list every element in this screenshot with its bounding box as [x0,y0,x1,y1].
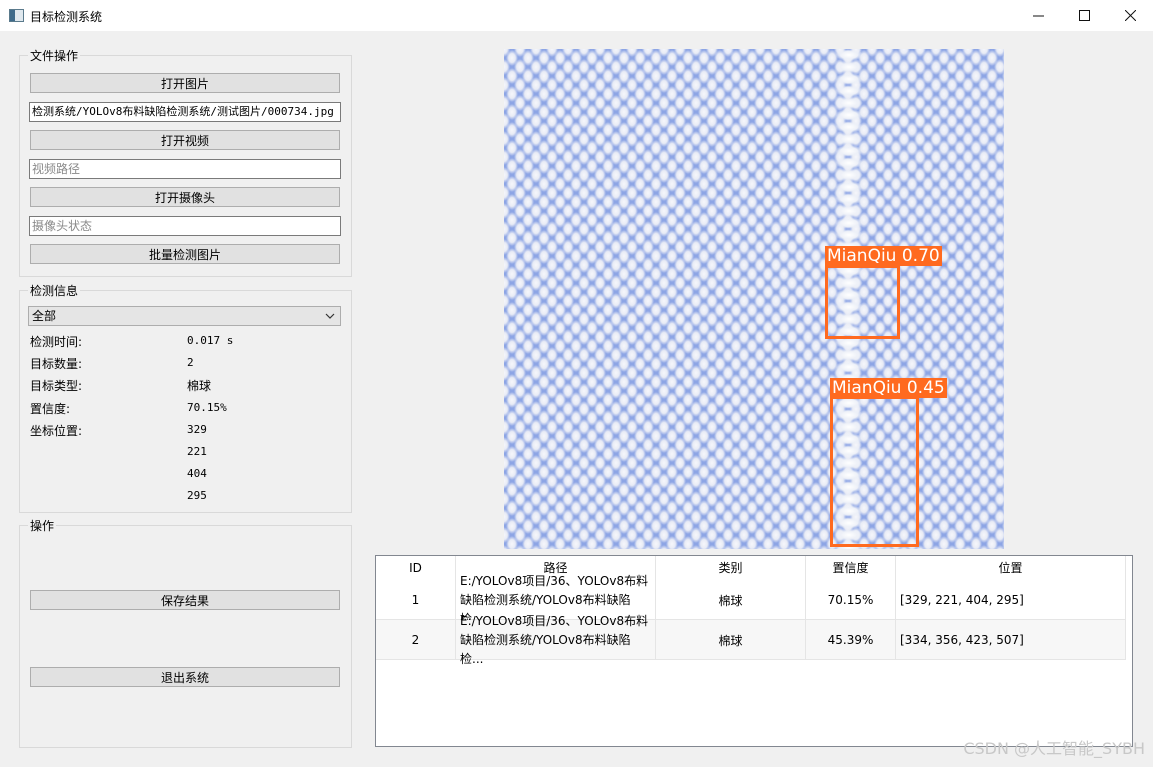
open-video-button[interactable]: 打开视频 [30,130,340,150]
confidence-value: 70.15% [187,401,227,414]
cell-id: 1 [376,580,456,620]
maximize-icon [1078,10,1090,21]
minimize-button[interactable] [1015,0,1061,31]
camera-status-field[interactable]: 摄像头状态 [29,216,341,236]
results-table[interactable]: ID 路径 类别 置信度 位置 1 E:/YOLOv8项目/36、YOLOv8布… [375,555,1133,747]
detection-image: MianQiu 0.70 MianQiu 0.45 [504,49,1004,549]
ymin-value: 221 [187,445,207,458]
detection-box-2 [830,396,919,547]
cell-category: 棉球 [656,620,806,660]
count-label: 目标数量: [30,357,83,371]
detection-box-1 [825,265,900,339]
type-label: 目标类型: [30,379,83,393]
open-camera-button[interactable]: 打开摄像头 [30,187,340,207]
header-position[interactable]: 位置 [896,556,1126,580]
watermark: CSDN @人工智能_SYBH [963,739,1145,758]
open-image-button[interactable]: 打开图片 [30,73,340,93]
type-value: 棉球 [187,379,212,393]
window-title: 目标检测系统 [30,10,103,24]
detection-label-1: MianQiu 0.70 [825,246,942,266]
target-filter-select[interactable]: 全部 [28,306,341,326]
video-path-field[interactable]: 视频路径 [29,159,341,179]
maximize-button[interactable] [1061,0,1107,31]
time-value: 0.017 s [187,334,234,347]
count-value: 2 [187,356,194,369]
save-results-button[interactable]: 保存结果 [30,590,340,610]
detection-label-2: MianQiu 0.45 [830,378,947,398]
header-category[interactable]: 类别 [656,556,806,580]
cell-path-text: E:/YOLOv8项目/36、YOLOv8布料缺陷检测系统/YOLOv8布料缺陷… [460,613,649,666]
ymax-value: 295 [187,489,207,502]
header-confidence[interactable]: 置信度 [806,556,896,580]
exit-system-button[interactable]: 退出系统 [30,667,340,687]
xmin-value: 329 [187,423,207,436]
cell-category: 棉球 [656,580,806,620]
operations-group: 操作 [19,517,352,748]
file-ops-title: 文件操作 [28,47,81,64]
close-icon [1124,10,1136,21]
target-filter-value: 全部 [32,309,57,323]
time-label: 检测时间: [30,335,83,349]
table-row[interactable]: 2 E:/YOLOv8项目/36、YOLOv8布料缺陷检测系统/YOLOv8布料… [376,614,1126,666]
cell-position: [329, 221, 404, 295] [896,580,1126,620]
detection-info-title: 检测信息 [28,282,81,299]
chevron-down-icon [325,313,335,319]
confidence-label: 置信度: [30,402,71,416]
cell-position: [334, 356, 423, 507] [896,620,1126,660]
close-button[interactable] [1107,0,1153,31]
minimize-icon [1032,15,1044,17]
cell-id: 2 [376,620,456,660]
position-label: 坐标位置: [30,424,83,438]
header-id[interactable]: ID [376,556,456,580]
xmax-value: 404 [187,467,207,480]
cell-confidence: 70.15% [806,580,896,620]
title-bar: 目标检测系统 [0,0,1153,31]
app-icon [9,9,24,22]
image-path-field[interactable]: 检测系统/YOLOv8布料缺陷检测系统/测试图片/000734.jpg [29,102,341,122]
cell-path: E:/YOLOv8项目/36、YOLOv8布料缺陷检测系统/YOLOv8布料缺陷… [456,614,656,666]
cell-confidence: 45.39% [806,620,896,660]
operations-title: 操作 [28,517,57,534]
batch-detect-button[interactable]: 批量检测图片 [30,244,340,264]
